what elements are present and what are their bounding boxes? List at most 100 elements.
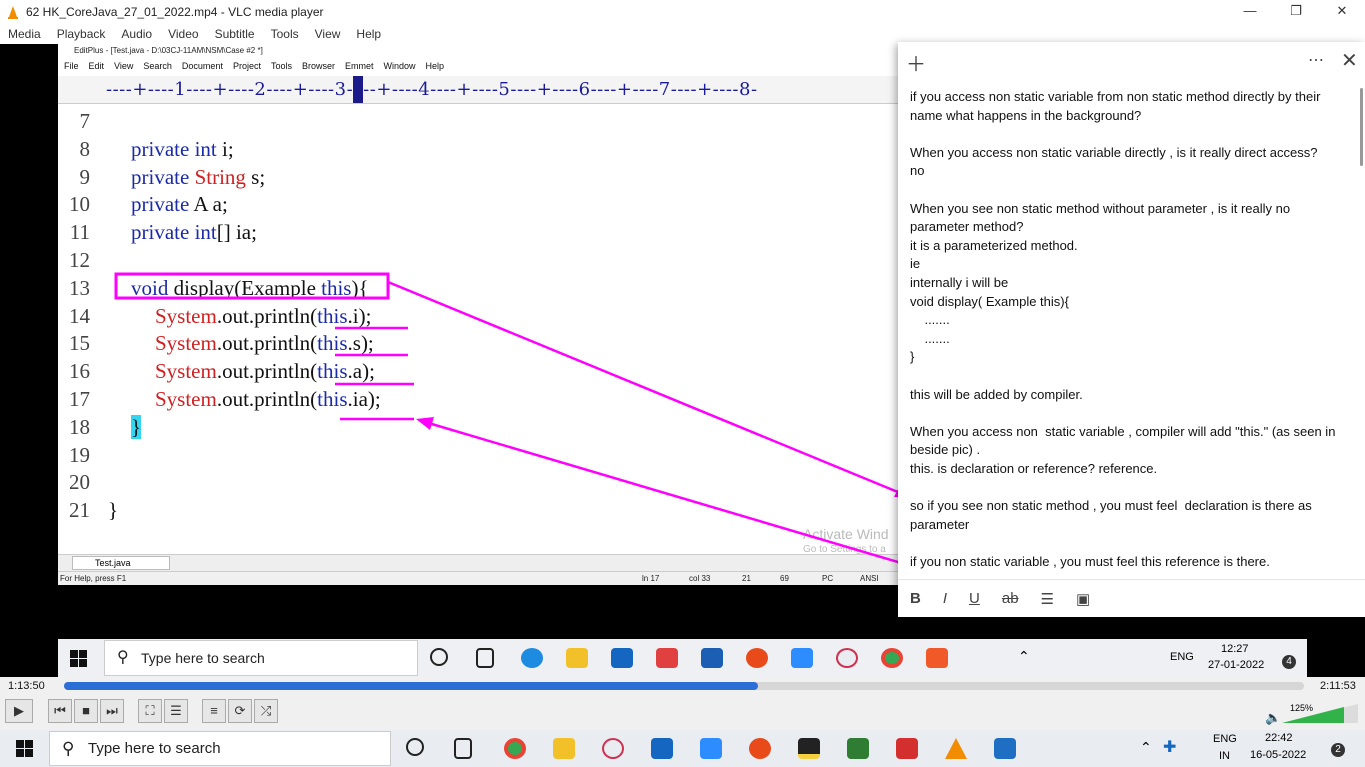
- seek-bar[interactable]: [64, 682, 1304, 690]
- minimize-button[interactable]: —: [1227, 0, 1273, 23]
- code-token: private: [131, 192, 194, 217]
- line-number: 11: [69, 220, 90, 245]
- task-view-icon[interactable]: [454, 738, 472, 759]
- sticky-note-body[interactable]: if you access non static variable from n…: [910, 88, 1350, 571]
- italic-button[interactable]: I: [943, 590, 947, 607]
- vlc-menu-audio[interactable]: Audio: [113, 23, 160, 44]
- vlc-menu-playback[interactable]: Playback: [49, 23, 114, 44]
- photos-icon[interactable]: [994, 738, 1016, 759]
- volume-slider[interactable]: [1282, 702, 1360, 724]
- code-token: this: [317, 303, 348, 328]
- zoom-icon[interactable]: [700, 738, 722, 759]
- status-mode: PC: [822, 574, 834, 583]
- restore-button[interactable]: ❐: [1273, 0, 1319, 23]
- vlc-menu-media[interactable]: Media: [0, 23, 49, 44]
- more-options-icon[interactable]: ⋯: [1308, 50, 1324, 70]
- status-v1: 21: [742, 574, 751, 583]
- note-line: }: [910, 349, 915, 365]
- vlc-menu-subtitle[interactable]: Subtitle: [207, 23, 263, 44]
- vlc-icon[interactable]: [945, 738, 967, 759]
- volume-icon[interactable]: 🔈: [1265, 710, 1281, 726]
- code-line: System.out.println(this.a);: [155, 359, 375, 384]
- taskbar-search-box[interactable]: ⚲ Type here to search: [49, 731, 391, 766]
- add-note-button[interactable]: ＋: [906, 48, 926, 77]
- editplus-menu-file[interactable]: File: [64, 58, 79, 74]
- editplus-menu-document[interactable]: Document: [182, 58, 223, 74]
- note-line: .......: [910, 330, 950, 346]
- windows-start-button[interactable]: [16, 740, 33, 757]
- fullscreen-button[interactable]: ⛶: [138, 699, 162, 723]
- underline-button[interactable]: U: [969, 590, 980, 607]
- editplus-menu-bar: File Edit View Search Document Project Tools Br…: [58, 58, 1028, 74]
- notification-badge[interactable]: 2: [1331, 743, 1345, 757]
- bold-button[interactable]: B: [910, 590, 921, 607]
- stop-button[interactable]: ■: [74, 699, 98, 723]
- editplus-menu-search[interactable]: Search: [143, 58, 172, 74]
- next-button[interactable]: ⏭: [100, 699, 124, 723]
- file-explorer-icon: [566, 648, 588, 668]
- vlc-menu-tools[interactable]: Tools: [263, 23, 307, 44]
- play-button[interactable]: ▶: [5, 699, 33, 723]
- record-icon[interactable]: [749, 738, 771, 759]
- line-number: 14: [69, 303, 90, 328]
- chrome-icon[interactable]: [504, 738, 526, 759]
- sticky-notes-icon[interactable]: [798, 738, 820, 759]
- close-note-icon[interactable]: ✕: [1341, 48, 1358, 73]
- clock-date[interactable]: 16-05-2022: [1250, 749, 1306, 761]
- cortana-icon[interactable]: [406, 738, 424, 756]
- editplus-menu-view[interactable]: View: [114, 58, 133, 74]
- note-line: .......: [910, 312, 950, 328]
- ruler-left: ----+----1----+----2----+----3-: [106, 79, 354, 100]
- bullet-list-icon[interactable]: ☰: [1041, 590, 1054, 608]
- lang-in[interactable]: IN: [1219, 750, 1230, 762]
- editplus-menu-tools[interactable]: Tools: [271, 58, 292, 74]
- task-view-icon: [476, 648, 494, 668]
- snip-icon[interactable]: [602, 738, 624, 759]
- line-number: 18: [69, 414, 90, 439]
- extended-settings-button[interactable]: ☰: [164, 699, 188, 723]
- insert-image-icon[interactable]: ▣: [1076, 590, 1090, 608]
- sticky-note-header: ＋ ⋯ ✕: [898, 42, 1365, 78]
- code-line: }: [108, 498, 118, 523]
- playlist-button[interactable]: ≡: [202, 699, 226, 723]
- editplus-menu-browser[interactable]: Browser: [302, 58, 335, 74]
- camera-app-icon: [926, 648, 948, 668]
- close-button[interactable]: ✕: [1319, 0, 1365, 23]
- strikethrough-button[interactable]: ab: [1002, 590, 1019, 607]
- line-number: 17: [69, 387, 90, 411]
- tray-plus-icon[interactable]: ✚: [1163, 737, 1176, 757]
- note-scrollbar[interactable]: [1360, 88, 1363, 166]
- search-icon: ⚲: [62, 739, 75, 758]
- pdf-icon[interactable]: [896, 738, 918, 759]
- shuffle-button[interactable]: ⤮: [254, 699, 278, 723]
- editplus-menu-window[interactable]: Window: [384, 58, 416, 74]
- clock-time[interactable]: 22:42: [1265, 732, 1293, 744]
- lang-eng[interactable]: ENG: [1213, 733, 1237, 745]
- chart-app-icon[interactable]: [847, 738, 869, 759]
- line-number: 16: [69, 359, 90, 384]
- vlc-menu-view[interactable]: View: [307, 23, 349, 44]
- code-token: System: [155, 303, 217, 328]
- vlc-menu-video[interactable]: Video: [160, 23, 206, 44]
- code-token: System: [155, 387, 217, 411]
- line-number: 13: [69, 275, 90, 300]
- code-line: private String s;: [131, 165, 265, 190]
- code-editor[interactable]: 7 8 private int i; 9 private String s; 10 priv…: [58, 106, 898, 590]
- recorded-date: 27-01-2022: [1208, 659, 1265, 671]
- editplus-menu-emmet[interactable]: Emmet: [345, 58, 374, 74]
- editplus-menu-help[interactable]: Help: [426, 58, 445, 74]
- file-explorer-icon[interactable]: [553, 738, 575, 759]
- editplus-menu-edit[interactable]: Edit: [89, 58, 105, 74]
- code-token: this: [317, 387, 348, 411]
- code-token: .a);: [347, 359, 375, 384]
- vlc-cone-icon: [8, 5, 18, 19]
- tray-chevron-icon[interactable]: ⌃: [1140, 739, 1152, 756]
- vlc-menu-help[interactable]: Help: [348, 23, 389, 44]
- search-icon: ⚲: [117, 649, 129, 666]
- prev-button[interactable]: ⏮: [48, 699, 72, 723]
- line-number: 8: [79, 136, 91, 161]
- editplus-menu-project[interactable]: Project: [233, 58, 261, 74]
- tab-test-java[interactable]: Test.java: [72, 556, 170, 570]
- loop-button[interactable]: ⟳: [228, 699, 252, 723]
- store-icon[interactable]: [651, 738, 673, 759]
